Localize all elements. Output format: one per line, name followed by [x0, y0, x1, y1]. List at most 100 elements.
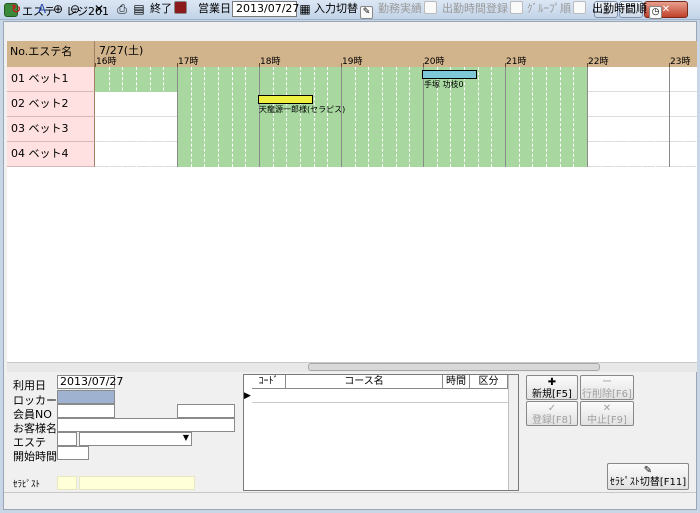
minor-gridline	[273, 67, 274, 167]
hour-gridline	[259, 67, 260, 167]
customer-name-field[interactable]	[57, 418, 235, 432]
minor-gridline	[327, 67, 328, 167]
table-header: 区分	[470, 375, 508, 389]
group-order-button[interactable]: ｸﾞﾙｰﾌﾟ順	[527, 1, 586, 17]
minor-gridline	[218, 67, 219, 167]
attendance-register-label: 出勤時間登録	[442, 2, 508, 15]
minor-gridline	[655, 67, 656, 167]
minor-gridline	[368, 67, 369, 167]
therapist-code-field[interactable]	[57, 476, 77, 490]
print-preview-icon[interactable]: ▤	[131, 1, 147, 17]
hour-gridline	[341, 67, 342, 167]
scrollbar-thumb[interactable]	[308, 363, 600, 371]
minor-gridline	[696, 67, 697, 167]
refresh-icon[interactable]: ↻	[8, 1, 24, 17]
attendance-register-button[interactable]: 出勤時間登録	[442, 1, 523, 17]
minor-gridline	[628, 67, 629, 167]
use-date-field[interactable]: 2013/07/27	[57, 375, 123, 389]
cancel-button[interactable]: ✕ 中止[F9]	[580, 401, 634, 426]
delete-row-label: 行削除[F6]	[582, 389, 632, 400]
exit-label: 終了	[150, 2, 172, 15]
delete-icon[interactable]: ✕	[91, 1, 107, 17]
member-extra-field[interactable]	[177, 404, 235, 418]
exit-button[interactable]: 終了	[150, 1, 187, 17]
este-select[interactable]: ▼	[79, 432, 192, 446]
booking-label: 手塚 功枝0	[424, 80, 464, 89]
table-header: ｺｰﾄﾞ	[252, 375, 286, 389]
booking-label: 天龍源一郎様(セラピス)	[259, 105, 346, 114]
input-switch-button[interactable]: 入力切替 ✎	[314, 1, 373, 19]
hour-gridline	[669, 67, 670, 167]
group-order-label: ｸﾞﾙｰﾌﾟ順	[527, 2, 571, 15]
minor-gridline	[355, 67, 356, 167]
print-icon[interactable]: ⎙	[114, 1, 130, 17]
toolbar	[4, 22, 696, 40]
status-bar	[4, 492, 696, 509]
hour-label: 16時	[96, 57, 117, 67]
row-pointer-icon: ▶	[244, 391, 251, 401]
minor-gridline	[232, 67, 233, 167]
work-record-button[interactable]: 勤務実績	[378, 1, 437, 17]
minor-gridline	[150, 67, 151, 167]
delete-row-icon: ー	[602, 377, 612, 388]
hour-label: 20時	[424, 57, 445, 67]
member-no-field[interactable]	[57, 404, 115, 418]
delete-row-button[interactable]: ー行削除[F6]	[580, 375, 634, 400]
dropdown-arrow-icon: ▼	[182, 433, 189, 442]
minor-gridline	[396, 67, 397, 167]
minor-gridline	[109, 67, 110, 167]
row-label[interactable]: 02 ベット2	[7, 92, 95, 117]
therapist-switch-button[interactable]: ✎ ｾﾗﾋﾟｽﾄ切替[F11]	[607, 463, 689, 490]
minor-gridline	[245, 67, 246, 167]
hour-gridline	[177, 67, 178, 167]
exit-icon	[174, 1, 187, 14]
locker-field[interactable]	[57, 390, 115, 404]
minor-gridline	[546, 67, 547, 167]
hour-gridline	[505, 67, 506, 167]
minor-gridline	[683, 67, 684, 167]
zoom-out-icon[interactable]: ⊖	[67, 1, 83, 17]
work-record-icon	[424, 1, 437, 14]
este-code-field[interactable]	[57, 432, 77, 446]
minor-gridline	[491, 67, 492, 167]
minor-gridline	[191, 67, 192, 167]
hour-gridline	[587, 67, 588, 167]
table-row[interactable]	[252, 389, 508, 403]
hour-label: 19時	[342, 57, 363, 67]
register-button[interactable]: ✓ 登録[F8]	[526, 401, 578, 426]
cancel-label: 中止[F9]	[587, 415, 627, 426]
check-icon: ✓	[547, 403, 557, 414]
font-size-icon[interactable]: A	[34, 1, 50, 17]
calendar-icon[interactable]: ▦	[297, 1, 313, 17]
business-date-input[interactable]: 2013/07/27	[232, 1, 299, 17]
hour-label: 18時	[260, 57, 281, 67]
input-switch-label: 入力切替	[314, 2, 358, 15]
plus-icon: ✚	[547, 377, 557, 388]
attendance-order-button[interactable]: 出勤時間順 ◷	[592, 1, 662, 19]
edit-icon: ✎	[643, 465, 653, 476]
row-label[interactable]: 04 ベット4	[7, 142, 95, 167]
minor-gridline	[601, 67, 602, 167]
minor-gridline	[314, 67, 315, 167]
row-label[interactable]: 01 ベット1	[7, 67, 95, 92]
input-switch-icon: ✎	[360, 6, 373, 19]
minor-gridline	[409, 67, 410, 167]
row-label[interactable]: 03 ベット3	[7, 117, 95, 142]
zoom-in-icon[interactable]: ⊕	[50, 1, 66, 17]
therapist-switch-label: ｾﾗﾋﾟｽﾄ切替[F11]	[609, 477, 687, 488]
sort-clock-icon: ◷	[649, 6, 662, 19]
use-date-label: 利用日	[13, 379, 46, 392]
start-time-field[interactable]	[57, 446, 89, 460]
minor-gridline	[382, 67, 383, 167]
grid-header-label: No.エステ名	[10, 45, 73, 58]
vertical-scrollbar[interactable]	[508, 375, 518, 490]
hour-label: 21時	[506, 57, 527, 67]
table-header: コース名	[286, 375, 443, 389]
booking-bar[interactable]	[258, 95, 313, 104]
booking-bar[interactable]	[422, 70, 477, 79]
new-button[interactable]: ✚ 新規[F5]	[526, 375, 578, 400]
hour-label: 17時	[178, 57, 199, 67]
minor-gridline	[300, 67, 301, 167]
hour-label: 22時	[588, 57, 609, 67]
therapist-name-field[interactable]	[79, 476, 195, 490]
